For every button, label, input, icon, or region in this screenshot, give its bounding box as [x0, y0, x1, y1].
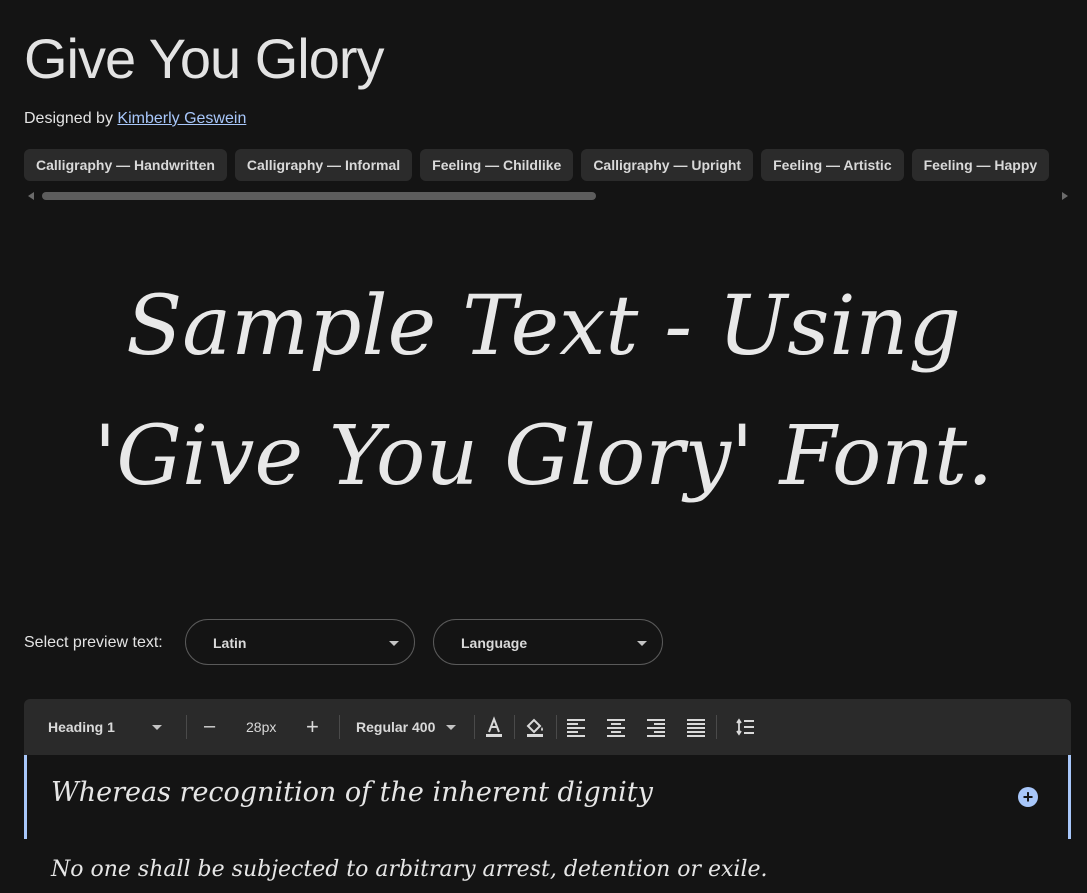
designer-link[interactable]: Kimberly Geswein — [117, 110, 246, 127]
tag-chip[interactable]: Calligraphy — Handwritten — [24, 149, 227, 181]
type-tester: Heading 1 – 28px + Regular 400 Whereas r… — [24, 699, 1071, 893]
tag-chip[interactable]: Calligraphy — Informal — [234, 149, 413, 181]
toolbar-divider — [474, 715, 475, 739]
editor-line-text[interactable]: No one shall be subjected to arbitrary a… — [51, 857, 768, 882]
language-select[interactable]: Language — [433, 619, 663, 665]
toolbar-divider — [716, 715, 717, 739]
scroll-left-icon[interactable] — [28, 192, 34, 200]
tag-chip[interactable]: Feeling — Childlike — [420, 149, 574, 181]
tag-chip[interactable]: Feeling — Artistic — [761, 149, 904, 181]
toolbar-divider — [339, 715, 340, 739]
chevron-down-icon — [446, 725, 456, 730]
align-justify-icon[interactable] — [684, 715, 708, 739]
tag-chip-list: Calligraphy — Handwritten Calligraphy — I… — [24, 149, 1064, 181]
editor-line-selected[interactable]: Whereas recognition of the inherent dign… — [24, 755, 1071, 839]
editor-toolbar: Heading 1 – 28px + Regular 400 — [24, 699, 1071, 755]
decrease-size-button[interactable]: – — [204, 715, 215, 738]
text-style-select[interactable]: Heading 1 — [48, 719, 168, 739]
toolbar-divider — [514, 715, 515, 739]
scroll-right-icon[interactable] — [1062, 192, 1068, 200]
scroll-thumb[interactable] — [42, 192, 596, 200]
increase-size-button[interactable]: + — [306, 714, 319, 740]
toolbar-divider — [556, 715, 557, 739]
align-center-icon[interactable] — [604, 715, 628, 739]
designer-line: Designed by Kimberly Geswein — [24, 110, 246, 128]
tag-chip[interactable]: Feeling — Happy — [911, 149, 1050, 181]
text-style-value: Heading 1 — [48, 719, 115, 735]
align-left-icon[interactable] — [564, 715, 588, 739]
font-title: Give You Glory — [24, 27, 385, 90]
sample-text-preview: Sample Text - Using 'Give You Glory' Fon… — [93, 279, 994, 504]
script-select[interactable]: Latin — [185, 619, 415, 665]
font-size-value[interactable]: 28px — [246, 719, 276, 735]
script-select-value: Latin — [213, 635, 247, 651]
language-select-value: Language — [461, 635, 528, 651]
toolbar-divider — [186, 715, 187, 739]
font-weight-value: Regular 400 — [356, 719, 436, 735]
align-right-icon[interactable] — [644, 715, 668, 739]
tags-scrollbar[interactable] — [24, 190, 1072, 202]
font-weight-select[interactable]: Regular 400 — [356, 719, 466, 739]
highlight-icon[interactable] — [523, 715, 547, 739]
chevron-down-icon — [389, 641, 399, 646]
preview-text-label: Select preview text: — [24, 634, 163, 651]
editor-line-text[interactable]: Whereas recognition of the inherent dign… — [51, 777, 653, 808]
chevron-down-icon — [637, 641, 647, 646]
designed-by-label: Designed by — [24, 110, 113, 127]
line-spacing-icon[interactable] — [733, 715, 757, 739]
text-color-icon[interactable] — [482, 715, 506, 739]
add-icon[interactable]: + — [1018, 787, 1038, 807]
tag-chip[interactable]: Calligraphy — Upright — [581, 149, 754, 181]
chevron-down-icon — [152, 725, 162, 730]
